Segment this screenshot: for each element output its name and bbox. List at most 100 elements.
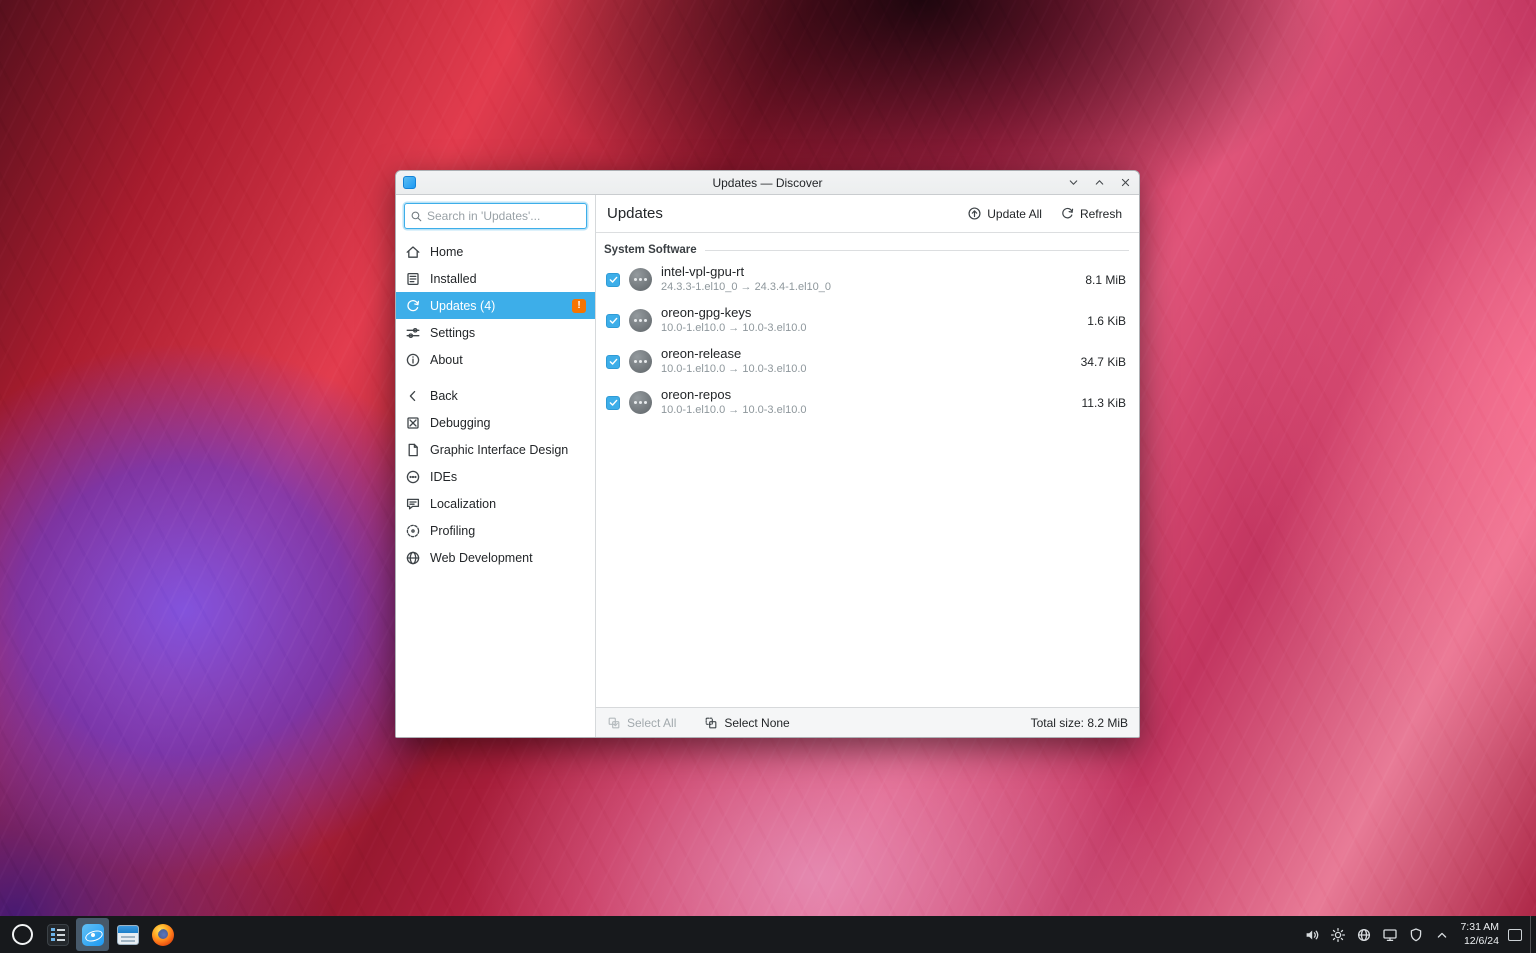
sidebar-category-web-development[interactable]: Web Development — [396, 544, 595, 571]
package-icon — [629, 350, 652, 373]
discover-window: Updates — Discover Home — [395, 170, 1140, 738]
category-label: IDEs — [430, 470, 457, 484]
sidebar-item-updates[interactable]: Updates (4) ! — [396, 292, 595, 319]
sidebar-category-graphic-interface-design[interactable]: Graphic Interface Design — [396, 436, 595, 463]
update-size: 11.3 KiB — [1082, 396, 1126, 410]
select-all-icon — [607, 716, 621, 730]
security-shield-icon[interactable] — [1407, 926, 1424, 943]
update-all-button[interactable]: Update All — [961, 202, 1048, 225]
discover-task-button[interactable] — [76, 918, 109, 951]
minimize-button[interactable] — [1066, 176, 1080, 190]
update-checkbox[interactable] — [606, 314, 620, 328]
select-none-button[interactable]: Select None — [704, 716, 789, 730]
section-title: System Software — [604, 244, 697, 256]
update-row-oreon-gpg-keys[interactable]: oreon-gpg-keys 10.0-1.el10.0 → 10.0-3.el… — [596, 300, 1139, 341]
window-title: Updates — Discover — [396, 176, 1139, 190]
sidebar-item-label: Installed — [430, 272, 477, 286]
select-all-label: Select All — [627, 716, 676, 730]
clock[interactable]: 7:31 AM 12/6/24 — [1460, 921, 1499, 947]
update-name: oreon-gpg-keys — [661, 305, 1078, 321]
category-label: Graphic Interface Design — [430, 443, 568, 457]
sidebar-item-label: About — [430, 353, 463, 367]
update-all-label: Update All — [987, 207, 1042, 221]
updates-icon — [405, 298, 421, 314]
sidebar-item-settings[interactable]: Settings — [396, 319, 595, 346]
about-icon — [405, 352, 421, 368]
updates-footer: Select All Select None Total size: 8.2 M… — [596, 707, 1139, 737]
tray-expand-icon[interactable] — [1433, 926, 1450, 943]
volume-icon[interactable] — [1303, 926, 1320, 943]
category-label: Profiling — [430, 524, 475, 538]
page-title: Updates — [607, 205, 663, 222]
discover-icon — [82, 924, 104, 946]
sidebar-category-debugging[interactable]: Debugging — [396, 409, 595, 436]
sidebar-category-ides[interactable]: IDEs — [396, 463, 595, 490]
update-row-oreon-repos[interactable]: oreon-repos 10.0-1.el10.0 → 10.0-3.el10.… — [596, 382, 1139, 423]
refresh-icon — [1060, 206, 1075, 221]
select-none-icon — [704, 716, 718, 730]
system-settings-task-button[interactable] — [41, 918, 74, 951]
update-checkbox[interactable] — [606, 396, 620, 410]
clock-time: 7:31 AM — [1460, 921, 1499, 934]
file-manager-task-button[interactable] — [111, 918, 144, 951]
file-manager-icon — [117, 925, 139, 945]
sidebar-category-profiling[interactable]: Profiling — [396, 517, 595, 544]
search-input[interactable] — [427, 209, 581, 223]
update-version: 10.0-1.el10.0 → 10.0-3.el10.0 — [661, 322, 1078, 336]
design-icon — [405, 442, 421, 458]
update-checkbox[interactable] — [606, 273, 620, 287]
localization-icon — [405, 496, 421, 512]
chevron-left-icon — [405, 388, 421, 404]
update-size: 34.7 KiB — [1081, 355, 1126, 369]
section-header-system-software: System Software — [604, 244, 1129, 256]
category-label: Debugging — [430, 416, 490, 430]
total-size-label: Total size: 8.2 MiB — [1031, 716, 1128, 730]
sidebar-item-label: Settings — [430, 326, 475, 340]
update-version: 10.0-1.el10.0 → 10.0-3.el10.0 — [661, 404, 1073, 418]
sidebar-back-button[interactable]: Back — [396, 382, 595, 409]
network-icon[interactable] — [1355, 926, 1372, 943]
update-row-intel-vpl-gpu-rt[interactable]: intel-vpl-gpu-rt 24.3.3-1.el10_0 → 24.3.… — [596, 259, 1139, 300]
system-settings-icon — [47, 924, 69, 946]
sidebar-item-installed[interactable]: Installed — [396, 265, 595, 292]
updates-page: Updates Update All Refresh System Softwa… — [596, 195, 1139, 737]
select-all-button[interactable]: Select All — [607, 716, 676, 730]
sidebar-item-label: Home — [430, 245, 463, 259]
update-row-oreon-release[interactable]: oreon-release 10.0-1.el10.0 → 10.0-3.el1… — [596, 341, 1139, 382]
category-label: Localization — [430, 497, 496, 511]
refresh-button[interactable]: Refresh — [1054, 202, 1128, 225]
brightness-icon[interactable] — [1329, 926, 1346, 943]
profiling-icon — [405, 523, 421, 539]
firefox-task-button[interactable] — [146, 918, 179, 951]
peek-desktop-icon[interactable] — [1508, 929, 1522, 941]
firefox-icon — [152, 924, 174, 946]
clock-date: 12/6/24 — [1460, 935, 1499, 948]
search-field[interactable] — [404, 203, 587, 229]
update-checkbox[interactable] — [606, 355, 620, 369]
sidebar-category-localization[interactable]: Localization — [396, 490, 595, 517]
package-icon — [629, 309, 652, 332]
update-name: intel-vpl-gpu-rt — [661, 264, 1076, 280]
oreon-logo-icon — [12, 924, 33, 945]
display-icon[interactable] — [1381, 926, 1398, 943]
maximize-button[interactable] — [1092, 176, 1106, 190]
close-button[interactable] — [1118, 176, 1132, 190]
update-version: 10.0-1.el10.0 → 10.0-3.el10.0 — [661, 363, 1072, 377]
sidebar-item-label: Updates (4) — [430, 299, 495, 313]
debugging-icon — [405, 415, 421, 431]
back-label: Back — [430, 389, 458, 403]
titlebar[interactable]: Updates — Discover — [396, 171, 1139, 195]
home-icon — [405, 244, 421, 260]
app-launcher-button[interactable] — [6, 918, 39, 951]
sidebar: Home Installed Updates (4) ! Settings — [396, 195, 596, 737]
updates-list: intel-vpl-gpu-rt 24.3.3-1.el10_0 → 24.3.… — [596, 259, 1139, 423]
sidebar-item-home[interactable]: Home — [396, 238, 595, 265]
search-icon — [410, 210, 423, 223]
settings-icon — [405, 325, 421, 341]
web-development-icon — [405, 550, 421, 566]
refresh-label: Refresh — [1080, 207, 1122, 221]
sidebar-item-about[interactable]: About — [396, 346, 595, 373]
ides-icon — [405, 469, 421, 485]
update-name: oreon-repos — [661, 387, 1073, 403]
show-desktop-button[interactable] — [1530, 916, 1536, 953]
